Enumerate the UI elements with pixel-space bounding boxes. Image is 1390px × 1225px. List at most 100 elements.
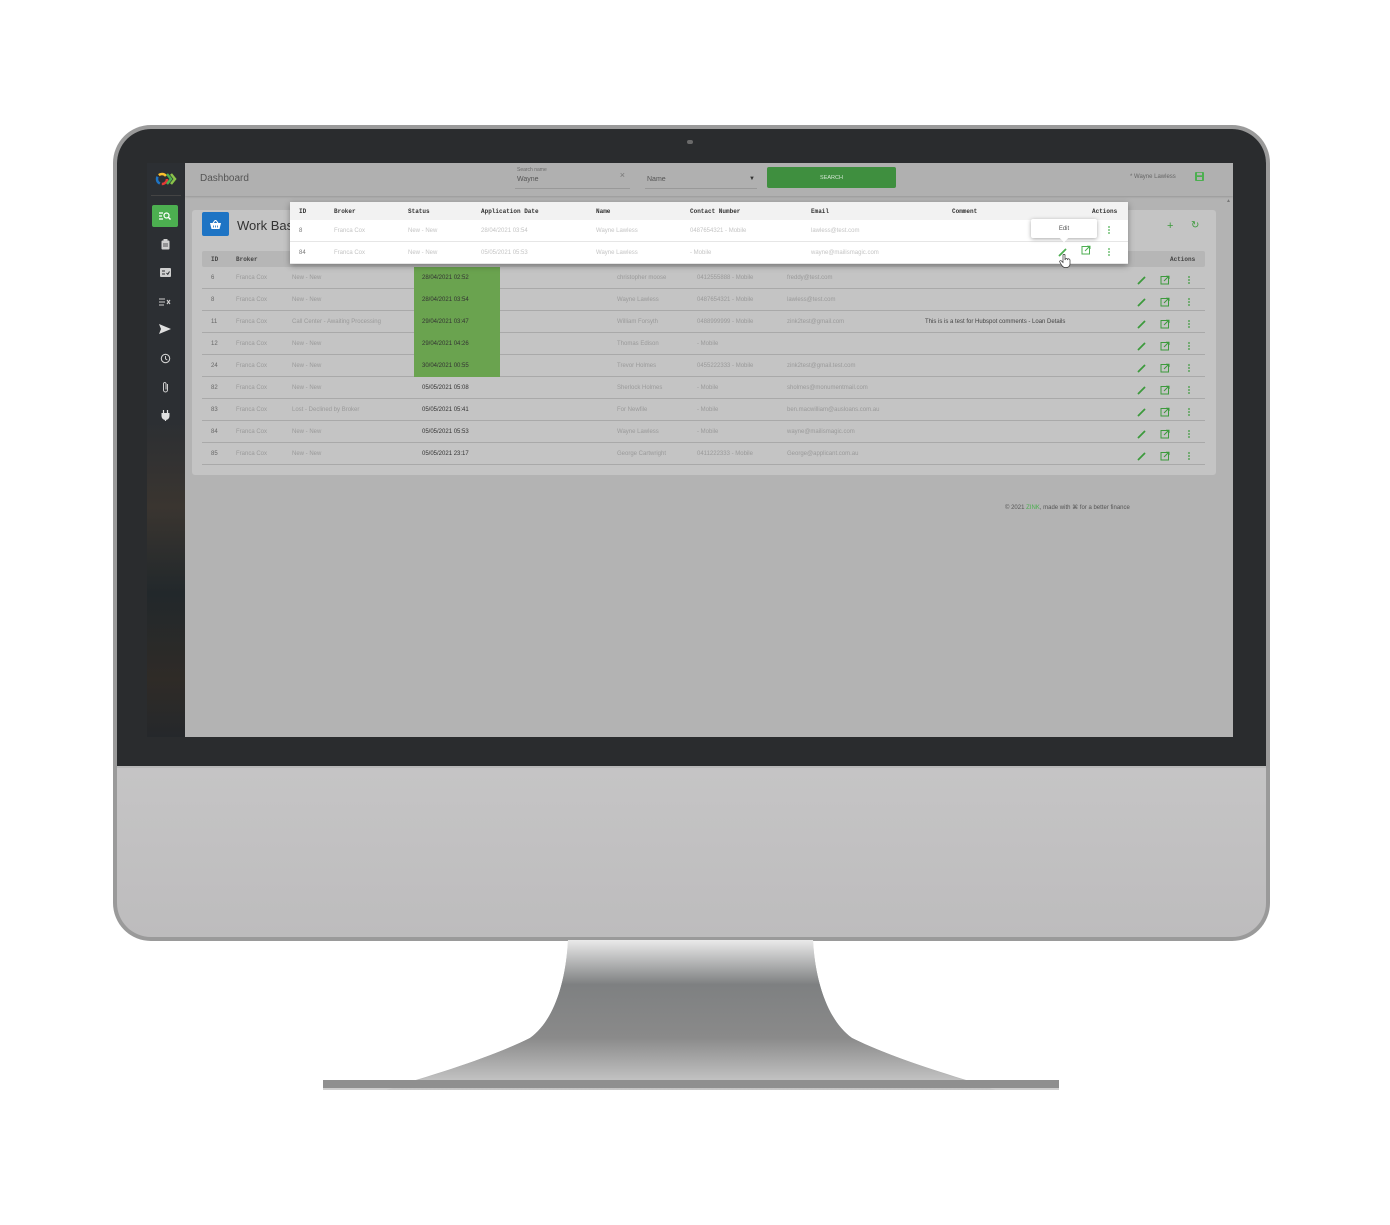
open-external-icon[interactable] xyxy=(1160,341,1170,351)
column-header-actions: Actions xyxy=(1170,256,1196,263)
cell-status: New - New xyxy=(292,341,322,347)
cell-contact-number: - Mobile xyxy=(697,407,719,413)
search-field-select[interactable]: Name ▼ xyxy=(645,171,757,189)
user-name[interactable]: * Wayne Lawless xyxy=(1130,174,1176,180)
search-name-input[interactable] xyxy=(517,176,617,183)
open-external-icon[interactable] xyxy=(1081,245,1091,255)
cell-contact-number: 0455222333 - Mobile xyxy=(697,363,754,369)
scroll-up-arrow[interactable]: ▲ xyxy=(1226,198,1231,204)
refresh-icon[interactable]: ↻ xyxy=(1191,220,1199,231)
open-external-icon[interactable] xyxy=(1160,429,1170,439)
zink-logo-icon xyxy=(155,172,177,186)
table-row[interactable]: 84 Franca Cox New - New 05/05/2021 05:53 Way… xyxy=(202,421,1205,443)
edit-icon[interactable] xyxy=(1137,429,1147,439)
cell-name: Trevor Holmes xyxy=(617,363,657,369)
edit-icon[interactable] xyxy=(1137,341,1147,351)
table-row[interactable]: 82 Franca Cox New - New 05/05/2021 05:08 She… xyxy=(202,377,1205,399)
popup-table-row[interactable]: 8 Franca Cox New - New 28/04/2021 03:54 Wayn… xyxy=(290,220,1128,242)
cell-contact-number: - Mobile xyxy=(697,341,719,347)
more-vertical-icon[interactable] xyxy=(1184,429,1194,439)
cell-application-date: 05/05/2021 05:53 xyxy=(422,429,469,435)
cell-application-date: 28/04/2021 03:54 xyxy=(481,228,528,234)
cell-contact-number: - Mobile xyxy=(697,429,719,435)
edit-icon[interactable] xyxy=(1137,297,1147,307)
table-row[interactable]: 6 Franca Cox New - New 28/04/2021 02:52 chri… xyxy=(202,267,1205,289)
more-vertical-icon[interactable] xyxy=(1184,319,1194,329)
cell-broker: Franca Cox xyxy=(236,275,268,281)
search-name-field[interactable]: Search name × xyxy=(515,165,630,189)
more-vertical-icon[interactable] xyxy=(1184,407,1194,417)
cell-id: 12 xyxy=(211,341,218,347)
edit-icon[interactable] xyxy=(1137,451,1147,461)
cell-contact-number: - Mobile xyxy=(690,250,712,256)
add-icon[interactable]: + xyxy=(1167,220,1173,232)
table-row[interactable]: 85 Franca Cox New - New 05/05/2021 23:17 Geo… xyxy=(202,443,1205,465)
popup-column-status: Status xyxy=(408,208,430,215)
monitor-stand xyxy=(323,940,1059,1090)
footer-brand-link[interactable]: ZINK xyxy=(1026,505,1040,511)
chevron-down-icon: ▼ xyxy=(749,176,755,182)
more-vertical-icon[interactable] xyxy=(1104,225,1114,235)
more-vertical-icon[interactable] xyxy=(1184,341,1194,351)
clear-search-icon[interactable]: × xyxy=(620,170,625,180)
sidebar-item-send[interactable] xyxy=(152,318,178,340)
more-vertical-icon[interactable] xyxy=(1184,451,1194,461)
cell-status: New - New xyxy=(292,275,322,281)
table-row[interactable]: 11 Franca Cox Call Center - Awaiting Proce… xyxy=(202,311,1205,333)
more-vertical-icon[interactable] xyxy=(1184,363,1194,373)
column-header-broker[interactable]: Broker xyxy=(236,256,258,263)
open-external-icon[interactable] xyxy=(1160,385,1170,395)
search-field-select-value: Name xyxy=(647,176,666,183)
sidebar-divider xyxy=(151,195,181,196)
app-screen: Dashboard Search name × Name ▼ SEARCH * … xyxy=(147,163,1233,737)
sidebar-item-search[interactable] xyxy=(152,205,178,227)
popup-column-contact-number: Contact Number xyxy=(690,208,741,215)
edit-icon[interactable] xyxy=(1137,385,1147,395)
cell-broker: Franca Cox xyxy=(236,407,268,413)
popup-table-row[interactable]: 84 Franca Cox New - New 05/05/2021 05:53 Way… xyxy=(290,242,1128,264)
cell-status: New - New xyxy=(408,228,438,234)
edit-icon[interactable] xyxy=(1137,363,1147,373)
open-external-icon[interactable] xyxy=(1160,319,1170,329)
column-header-id[interactable]: ID xyxy=(211,256,218,263)
cell-email: lawless@test.com xyxy=(811,228,860,234)
edit-icon[interactable] xyxy=(1137,275,1147,285)
table-row[interactable]: 24 Franca Cox New - New 30/04/2021 00:55 Tre… xyxy=(202,355,1205,377)
sidebar-item-clipboard[interactable] xyxy=(152,233,178,255)
page-title: Dashboard xyxy=(200,173,249,184)
sidebar-item-checklist[interactable] xyxy=(152,261,178,283)
more-vertical-icon[interactable] xyxy=(1104,247,1114,257)
cell-id: 84 xyxy=(299,250,306,256)
popup-column-actions: Actions xyxy=(1092,208,1118,215)
save-icon[interactable] xyxy=(1195,172,1204,181)
cell-name: Wayne Lawless xyxy=(596,228,638,234)
table-row[interactable]: 83 Franca Cox Lost - Declined by Broker 05/… xyxy=(202,399,1205,421)
cell-status: Call Center - Awaiting Processing xyxy=(292,319,381,325)
sidebar-item-list-clear[interactable] xyxy=(152,290,178,312)
more-vertical-icon[interactable] xyxy=(1184,275,1194,285)
cell-name: William Forsyth xyxy=(617,319,659,325)
open-external-icon[interactable] xyxy=(1160,407,1170,417)
cell-id: 84 xyxy=(211,429,218,435)
cell-email: George@applicant.com.au xyxy=(787,451,859,457)
cell-id: 24 xyxy=(211,363,218,369)
open-external-icon[interactable] xyxy=(1160,451,1170,461)
open-external-icon[interactable] xyxy=(1160,297,1170,307)
open-external-icon[interactable] xyxy=(1160,275,1170,285)
more-vertical-icon[interactable] xyxy=(1184,297,1194,307)
list-clear-icon xyxy=(159,297,171,306)
table-row[interactable]: 12 Franca Cox New - New 29/04/2021 04:26 Tho… xyxy=(202,333,1205,355)
more-vertical-icon[interactable] xyxy=(1184,385,1194,395)
edit-icon[interactable] xyxy=(1137,407,1147,417)
cell-application-date: 05/05/2021 05:08 xyxy=(422,385,469,391)
table-row[interactable]: 8 Franca Cox New - New 28/04/2021 03:54 Wayn… xyxy=(202,289,1205,311)
search-button[interactable]: SEARCH xyxy=(767,167,896,188)
open-external-icon[interactable] xyxy=(1160,363,1170,373)
cell-status: New - New xyxy=(292,363,322,369)
sidebar-item-integrations[interactable] xyxy=(152,404,178,426)
cell-id: 8 xyxy=(299,228,303,234)
sidebar-item-attachments[interactable] xyxy=(152,376,178,398)
sidebar-item-history[interactable] xyxy=(152,347,178,369)
cell-broker: Franca Cox xyxy=(236,363,268,369)
edit-icon[interactable] xyxy=(1137,319,1147,329)
